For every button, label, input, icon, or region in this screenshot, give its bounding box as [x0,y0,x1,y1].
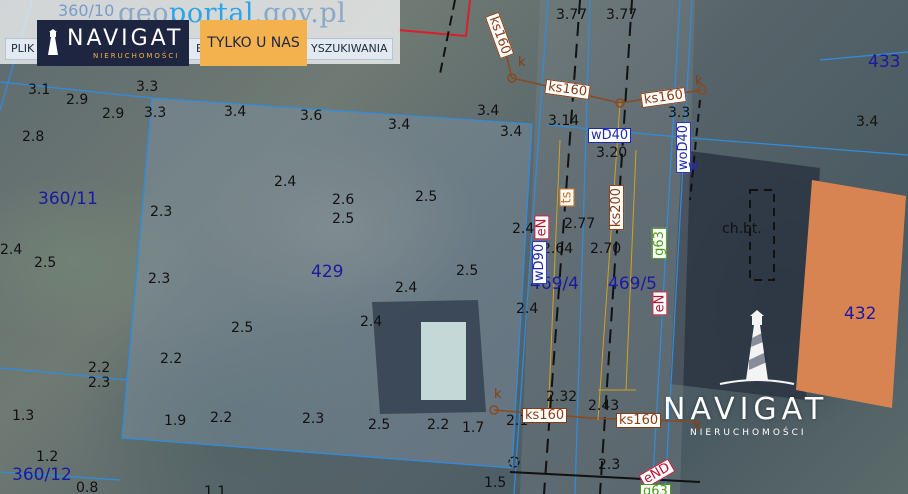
parcel-label-433[interactable]: 433 [868,54,900,71]
height-label: 2.3 [148,271,171,287]
height-label: 3.4 [388,117,411,133]
height-label: 3.4 [477,103,500,119]
height-label: 2.5 [368,417,391,433]
height-label: 2.6 [332,192,355,208]
w-label: w [688,159,699,174]
k-label: k [695,74,703,89]
eN-tag: eN [534,215,550,240]
wD40-tag: wD40 [588,128,632,143]
lighthouse-logo-icon [48,29,58,55]
height-label: 3.4 [224,104,247,120]
k-label: k [518,55,526,70]
height-label: 1.9 [164,413,187,429]
height-label: 2.4 [274,174,297,190]
height-label: 3.1 [28,82,51,98]
navigat-logo[interactable]: NAVIGAT NIERUCHOMOŚCI [37,20,189,66]
height-label: 2.5 [332,211,355,227]
height-label: 2.5 [231,320,254,336]
height-label: 3.77 [556,7,588,23]
parcel-label-429[interactable]: 429 [311,264,343,281]
building-orange-roof [796,180,906,408]
navigat-watermark-sub: NIERUCHOMOŚCI [690,428,807,438]
parcel-label-360-11[interactable]: 360/11 [38,191,98,208]
eN-tag: eN [652,291,668,316]
height-label: 2.70 [590,241,622,257]
k-label: k [494,387,502,402]
height-label: 2.2 [160,351,183,367]
height-label: 3.6 [300,108,323,124]
ks160-tag: ks160 [616,413,662,428]
height-label: 3.4 [856,114,879,130]
height-label: 2.9 [102,106,125,122]
height-label: 1.1 [204,484,227,494]
map-view[interactable]: 360/10 geoportal.gov.pl PLIK EN YSZUKIWA… [0,0,908,494]
height-label: 3.3 [668,105,691,121]
height-label: 3.20 [596,145,628,161]
height-label: 1.5 [484,475,507,491]
shed-roof [421,322,466,400]
height-label: 2.3 [302,411,325,427]
ks200-tag: ks200 [609,184,625,231]
height-label: 2.9 [66,92,89,108]
height-label: 2.2 [88,360,111,376]
parcel-id-360-10: 360/10 [58,1,115,20]
height-label: 2.2 [210,410,233,426]
toolbar-file-menu[interactable]: PLIK [11,42,34,55]
height-label: 3.3 [136,79,159,95]
g63-tag: g63 [651,228,667,259]
logo-word: NAVIGAT [67,26,184,51]
building-dark [670,150,820,400]
tylko-u-nas-button[interactable]: TYLKO U NAS [200,20,307,66]
building-type-label: ch.bt. [722,221,762,237]
height-label: 2.4 [360,314,383,330]
height-label: 2.4 [0,242,23,258]
height-label: 2.5 [415,189,438,205]
height-label: 2.5 [34,255,57,271]
height-label: 2.43 [588,398,620,414]
height-label: 3.77 [606,7,638,23]
height-label: 2.8 [22,129,45,145]
height-label: 2.3 [88,375,111,391]
height-label: 0.8 [76,480,99,494]
g63-tag: g63 [640,484,671,494]
height-label: 3.14 [548,113,580,129]
height-label: 1.7 [462,420,485,436]
height-label: 2.5 [456,263,479,279]
parcel-label-469-5[interactable]: 469/5 [608,276,657,293]
height-label: 2.2 [427,417,450,433]
ks160-tag: ks160 [522,408,568,423]
height-label: 2.3 [598,457,621,473]
height-label: 1.3 [12,408,35,424]
logo-sub: NIERUCHOMOŚCI [93,52,180,60]
toolbar-search-menu[interactable]: YSZUKIWANIA [311,42,388,55]
parcel-label-432[interactable]: 432 [844,306,876,323]
ts-tag: ts [559,188,575,207]
wD90-tag: wD90 [532,240,548,285]
parcel-label-360-12[interactable]: 360/12 [12,467,72,484]
height-label: 2.4 [395,280,418,296]
height-label: 2.4 [512,221,535,237]
red-outline [397,0,471,38]
height-label: 3.4 [500,124,523,140]
navigat-watermark: NAVIGAT [663,392,829,427]
height-label: 2.3 [150,204,173,220]
height-label: 2.77 [564,216,596,232]
height-label: 3.3 [144,105,167,121]
height-label: 1.2 [36,449,59,465]
height-label: 2.4 [516,301,539,317]
height-label: 2.32 [546,389,578,405]
